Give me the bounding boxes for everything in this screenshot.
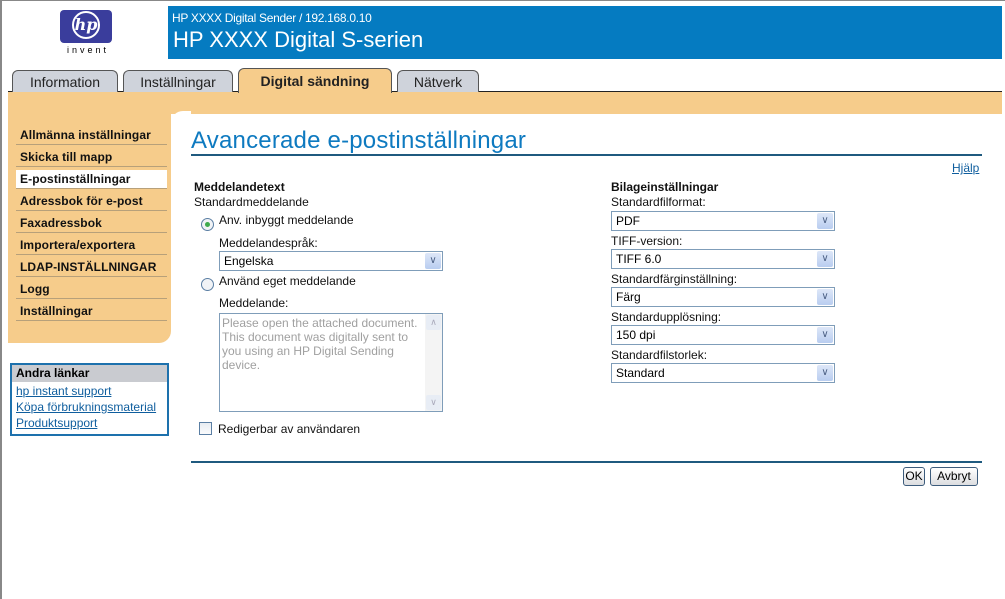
resolution-value: 150 dpi bbox=[616, 328, 656, 342]
file-size-label: Standardfilstorlek: bbox=[611, 348, 708, 362]
footer-rule bbox=[191, 461, 982, 463]
tiff-version-value: TIFF 6.0 bbox=[616, 252, 662, 266]
language-label: Meddelandespråk: bbox=[219, 236, 318, 250]
resolution-select[interactable]: 150 dpi ∨ bbox=[611, 325, 835, 345]
title-rule bbox=[191, 154, 982, 156]
message-label: Meddelande: bbox=[219, 296, 289, 310]
language-value: Engelska bbox=[224, 254, 274, 268]
sidebar-item-adressbok-e-post[interactable]: Adressbok för e-post bbox=[16, 192, 167, 211]
language-select[interactable]: Engelska ∨ bbox=[219, 251, 443, 271]
tiff-version-select[interactable]: TIFF 6.0 ∨ bbox=[611, 249, 835, 269]
chevron-down-icon: ∨ bbox=[817, 365, 833, 381]
link-kopa-forbrukningsmaterial[interactable]: Köpa förbrukningsmaterial bbox=[16, 400, 156, 414]
message-textarea[interactable]: Please open the attached document. This … bbox=[219, 313, 443, 412]
file-format-value: PDF bbox=[616, 214, 640, 228]
link-hp-instant-support[interactable]: hp instant support bbox=[16, 384, 111, 398]
color-setting-label: Standardfärginställning: bbox=[611, 272, 738, 286]
radio-custom-message[interactable] bbox=[201, 278, 214, 291]
help-link[interactable]: Hjälp bbox=[952, 161, 979, 175]
file-format-label: Standardfilformat: bbox=[611, 195, 706, 209]
sidebar-item-installningar[interactable]: Inställningar bbox=[16, 302, 167, 321]
message-section-heading: Meddelandetext bbox=[194, 180, 285, 194]
attachment-section-heading: Bilageinställningar bbox=[611, 180, 719, 194]
page-title: Avancerade e-postinställningar bbox=[191, 127, 527, 154]
radio-builtin-label: Anv. inbyggt meddelande bbox=[219, 213, 354, 227]
tiff-version-label: TIFF-version: bbox=[611, 234, 683, 248]
sidebar-item-ldap[interactable]: LDAP-INSTÄLLNINGAR bbox=[16, 258, 167, 277]
link-produktsupport[interactable]: Produktsupport bbox=[16, 416, 97, 430]
cancel-button[interactable]: Avbryt bbox=[930, 467, 978, 486]
color-setting-select[interactable]: Färg ∨ bbox=[611, 287, 835, 307]
chevron-down-icon: ∨ bbox=[817, 327, 833, 343]
device-address: HP XXXX Digital Sender / 192.168.0.10 bbox=[172, 11, 372, 25]
tab-natverk[interactable]: Nätverk bbox=[397, 70, 479, 92]
ok-button[interactable]: OK bbox=[903, 467, 925, 486]
file-size-select[interactable]: Standard ∨ bbox=[611, 363, 835, 383]
tab-information[interactable]: Information bbox=[12, 70, 118, 92]
product-title: HP XXXX Digital S-serien bbox=[173, 27, 424, 52]
hp-logo-mark: hp bbox=[72, 11, 100, 39]
editable-checkbox-label: Redigerbar av användaren bbox=[218, 422, 361, 436]
chevron-down-icon: ∨ bbox=[817, 289, 833, 305]
sidebar-item-e-postinstallningar[interactable]: E-postinställningar bbox=[16, 170, 167, 189]
logo-tagline: invent bbox=[66, 45, 110, 55]
sidebar-item-faxadressbok[interactable]: Faxadressbok bbox=[16, 214, 167, 233]
editable-checkbox[interactable] bbox=[199, 422, 212, 435]
scroll-up-icon[interactable]: ∧ bbox=[426, 315, 441, 330]
other-links-title: Andra länkar bbox=[12, 365, 167, 382]
content-corner bbox=[171, 111, 191, 131]
chevron-down-icon: ∨ bbox=[817, 251, 833, 267]
sidebar-item-logg[interactable]: Logg bbox=[16, 280, 167, 299]
sidebar-item-importera-exportera[interactable]: Importera/exportera bbox=[16, 236, 167, 255]
color-setting-value: Färg bbox=[616, 290, 641, 304]
tab-strip bbox=[8, 92, 1002, 114]
tab-digital-sandning[interactable]: Digital sändning bbox=[238, 68, 392, 93]
resolution-label: Standardupplösning: bbox=[611, 310, 722, 324]
radio-builtin-message[interactable] bbox=[201, 218, 214, 231]
scroll-down-icon[interactable]: ∨ bbox=[426, 395, 441, 410]
file-format-select[interactable]: PDF ∨ bbox=[611, 211, 835, 231]
radio-custom-label: Använd eget meddelande bbox=[219, 274, 356, 288]
sidebar-item-allmanna-installningar[interactable]: Allmänna inställningar bbox=[16, 126, 167, 145]
default-message-label: Standardmeddelande bbox=[194, 195, 309, 209]
file-size-value: Standard bbox=[616, 366, 665, 380]
tab-installningar[interactable]: Inställningar bbox=[123, 70, 233, 92]
chevron-down-icon: ∨ bbox=[817, 213, 833, 229]
chevron-down-icon: ∨ bbox=[425, 253, 441, 269]
sidebar-item-skicka-till-mapp[interactable]: Skicka till mapp bbox=[16, 148, 167, 167]
